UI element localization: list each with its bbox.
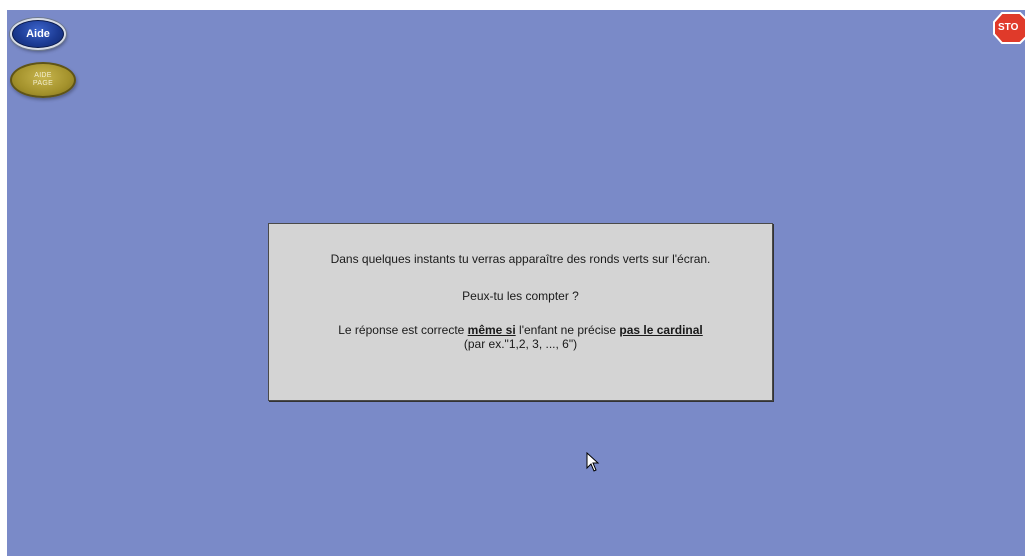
note-emphasis-2: pas le cardinal — [619, 323, 703, 337]
help-page-button[interactable]: AIDE PAGE — [10, 62, 76, 98]
note-emphasis-1: même si — [467, 323, 516, 337]
note-text-2: l'enfant ne précise — [515, 323, 620, 337]
help-button-label: Aide — [26, 28, 50, 40]
note-text-1: Le réponse est correcte — [338, 323, 468, 337]
help-page-button-label: AIDE PAGE — [32, 72, 54, 87]
mouse-pointer-icon — [586, 452, 600, 472]
question-text: Peux-tu les compter ? — [462, 289, 579, 303]
instruction-text: Dans quelques instants tu verras apparaî… — [330, 252, 711, 266]
stop-button-label: STO — [998, 22, 1019, 33]
note-example: (par ex."1,2, 3, ..., 6") — [463, 337, 578, 351]
instruction-dialog: Dans quelques instants tu verras apparaî… — [268, 223, 773, 401]
screen-background: Aide AIDE PAGE STO Dans quelques instant… — [7, 10, 1025, 556]
help-button[interactable]: Aide — [10, 18, 66, 50]
evaluation-note: Le réponse est correcte même si l'enfant… — [269, 323, 772, 351]
